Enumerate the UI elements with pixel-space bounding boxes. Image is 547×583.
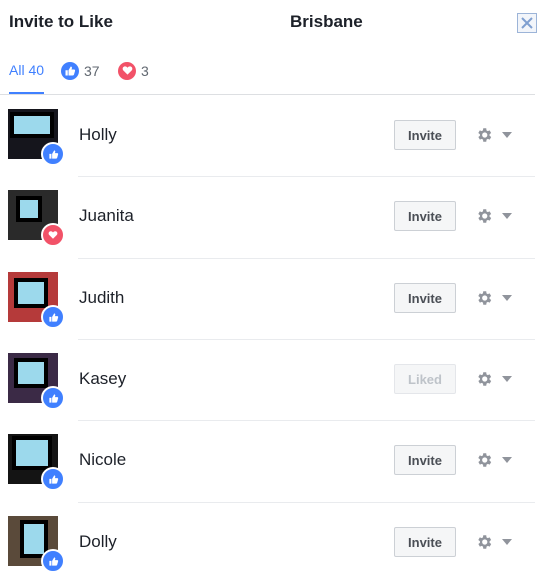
person-row: Kasey Liked <box>0 339 535 420</box>
heart-icon <box>41 223 65 247</box>
close-button[interactable] <box>517 13 537 33</box>
person-row: Holly Invite <box>0 95 535 176</box>
avatar[interactable] <box>8 190 65 247</box>
gear-icon <box>478 535 492 549</box>
tab-all-label: All 40 <box>9 62 45 78</box>
avatar[interactable] <box>8 353 65 410</box>
gear-icon <box>478 128 492 142</box>
chevron-down-icon <box>502 213 512 219</box>
liked-button: Liked <box>394 364 456 394</box>
chevron-down-icon <box>502 457 512 463</box>
person-row: Judith Invite <box>0 258 535 339</box>
thumbs-up-icon <box>41 305 65 329</box>
thumbs-up-icon <box>41 467 65 491</box>
invite-button[interactable]: Invite <box>394 445 456 475</box>
thumbs-up-icon <box>41 142 65 166</box>
person-row: Nicole Invite <box>0 420 535 501</box>
avatar[interactable] <box>8 434 65 491</box>
person-name[interactable]: Kasey <box>79 369 126 389</box>
person-name[interactable]: Dolly <box>79 532 117 552</box>
person-name[interactable]: Judith <box>79 288 124 308</box>
row-divider <box>78 502 535 503</box>
avatar[interactable] <box>8 109 65 166</box>
settings-menu-button[interactable] <box>475 369 515 389</box>
tab-all[interactable]: All 40 <box>9 48 45 94</box>
settings-menu-button[interactable] <box>475 206 515 226</box>
dialog-title: Invite to Like <box>9 12 113 31</box>
avatar-redaction <box>12 436 52 470</box>
tab-love[interactable]: 3 <box>118 48 149 93</box>
settings-menu-button[interactable] <box>475 532 515 552</box>
reaction-tabs: All 40 37 3 <box>0 48 535 95</box>
settings-menu-button[interactable] <box>475 288 515 308</box>
settings-menu-button[interactable] <box>475 450 515 470</box>
invite-button[interactable]: Invite <box>394 527 456 557</box>
chevron-down-icon <box>502 539 512 545</box>
person-row: Dolly Invite <box>0 502 535 583</box>
row-divider <box>78 258 535 259</box>
chevron-down-icon <box>502 295 512 301</box>
thumbs-up-icon <box>61 61 79 80</box>
gear-icon <box>478 453 492 467</box>
row-divider <box>78 176 535 177</box>
tab-like-count: 37 <box>84 62 100 79</box>
person-name[interactable]: Holly <box>79 125 117 145</box>
tab-love-count: 3 <box>141 62 149 79</box>
person-name[interactable]: Nicole <box>79 450 126 470</box>
gear-icon <box>478 291 492 305</box>
invite-button[interactable]: Invite <box>394 201 456 231</box>
gear-icon <box>478 372 492 386</box>
tab-like[interactable]: 37 <box>61 48 100 93</box>
settings-menu-button[interactable] <box>475 125 515 145</box>
avatar-redaction <box>10 112 54 138</box>
invite-button[interactable]: Invite <box>394 120 456 150</box>
close-icon <box>521 17 533 29</box>
avatar-redaction <box>16 196 42 222</box>
avatar[interactable] <box>8 272 65 329</box>
avatar[interactable] <box>8 516 65 573</box>
person-row: Juanita Invite <box>0 176 535 257</box>
row-divider <box>78 420 535 421</box>
invite-button[interactable]: Invite <box>394 283 456 313</box>
gear-icon <box>478 209 492 223</box>
thumbs-up-icon <box>41 549 65 573</box>
avatar-redaction <box>14 358 48 388</box>
heart-icon <box>118 61 136 80</box>
dialog-header: Invite to Like Brisbane <box>0 0 547 46</box>
thumbs-up-icon <box>41 386 65 410</box>
chevron-down-icon <box>502 132 512 138</box>
chevron-down-icon <box>502 376 512 382</box>
row-divider <box>78 339 535 340</box>
person-name[interactable]: Juanita <box>79 206 134 226</box>
avatar-redaction <box>14 278 48 308</box>
page-name: Brisbane <box>290 12 363 31</box>
